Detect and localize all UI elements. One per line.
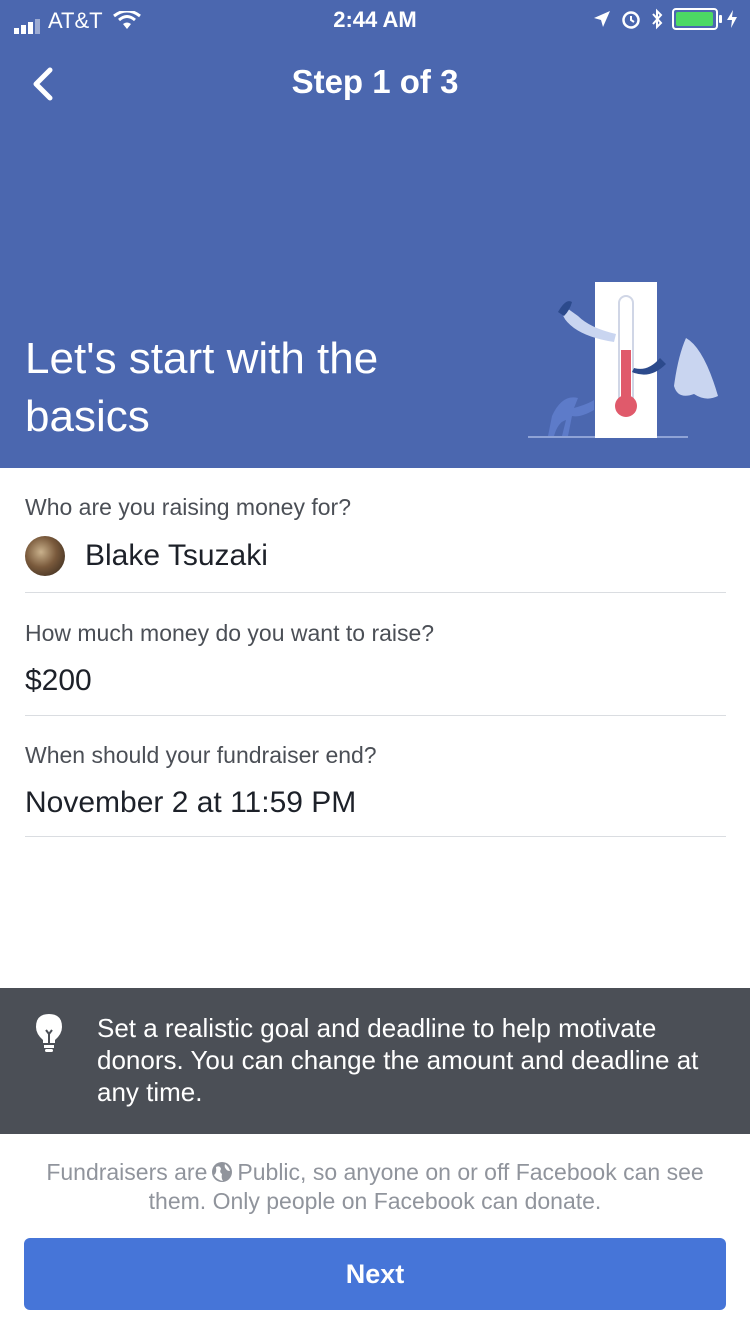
lightbulb-icon — [36, 1014, 62, 1052]
goal-value: $200 — [25, 664, 92, 697]
thermometer-illustration — [528, 282, 718, 438]
globe-icon — [212, 1162, 233, 1182]
battery-icon — [672, 8, 722, 30]
end-date-label: When should your fundraiser end? — [25, 742, 377, 768]
privacy-note: Fundraisers are Public, so anyone on or o… — [20, 1158, 730, 1216]
header: AT&T 2:44 AM Step 1 of 3 Let's start wit… — [0, 0, 750, 468]
recipient-label: Who are you raising money for? — [25, 494, 351, 520]
next-button[interactable]: Next — [24, 1238, 726, 1310]
bluetooth-icon — [652, 8, 663, 30]
tip-banner: Set a realistic goal and deadline to hel… — [0, 988, 750, 1134]
end-date-value: November 2 at 11:59 PM — [25, 786, 357, 819]
location-arrow-icon — [594, 11, 610, 27]
privacy-note-prefix: Fundraisers are — [46, 1159, 208, 1185]
end-date-field[interactable]: When should your fundraiser end? Novembe… — [25, 742, 726, 837]
alarm-icon — [622, 11, 640, 29]
recipient-value-row: Blake Tsuzaki — [25, 536, 726, 576]
recipient-name: Blake Tsuzaki — [85, 539, 268, 572]
avatar — [25, 536, 65, 576]
goal-amount-field[interactable]: How much money do you want to raise? $20… — [25, 620, 726, 716]
page-title: Let's start with the basics — [25, 334, 379, 441]
status-bar: AT&T 2:44 AM — [0, 0, 750, 40]
goal-label: How much money do you want to raise? — [25, 620, 435, 646]
battery-level — [676, 12, 713, 26]
tip-text: Set a realistic goal and deadline to hel… — [97, 1013, 699, 1107]
charging-icon — [727, 10, 737, 28]
recipient-field[interactable]: Who are you raising money for? Blake Tsu… — [25, 494, 726, 593]
step-indicator: Step 1 of 3 — [291, 63, 459, 100]
